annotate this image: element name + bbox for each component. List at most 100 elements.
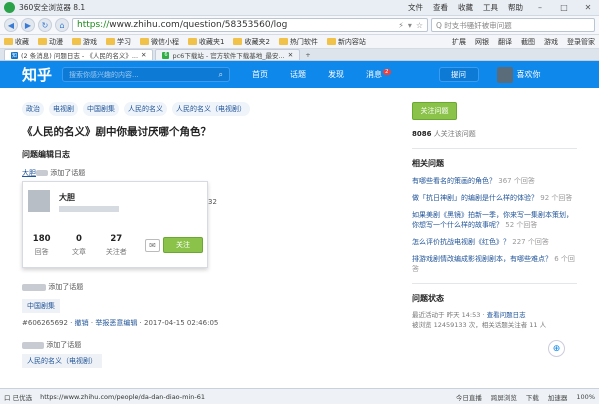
lightning-icon[interactable]: ⚡: [398, 21, 404, 30]
accelerator-button[interactable]: 加速器: [548, 392, 568, 402]
browser-title: 360安全浏览器 8.1: [19, 3, 86, 12]
log-entry: 大胆 添加了话题: [22, 169, 86, 177]
folder-icon: [188, 38, 197, 45]
address-bar[interactable]: https://www.zhihu.com/question/58353560/…: [72, 18, 428, 32]
related-question[interactable]: 怎么评价抗战电视剧《红色》？ 227 个回答: [412, 237, 577, 247]
live-button[interactable]: 今日直播: [456, 392, 482, 402]
popup-stat-articles[interactable]: 0 文章: [60, 234, 97, 257]
translate-button[interactable]: 翻译: [498, 37, 512, 47]
status-actions: 今日直播 跨屏浏览 下载 加速器 100%: [456, 392, 595, 402]
topic-tag[interactable]: 中国剧集: [83, 102, 119, 116]
nav-topics[interactable]: 话题: [290, 69, 306, 80]
bookmark-item[interactable]: 新内容站: [326, 37, 366, 47]
download-button[interactable]: 下载: [526, 392, 539, 402]
folder-icon: [140, 38, 149, 45]
maximize-icon[interactable]: □: [557, 3, 571, 12]
topic-tag[interactable]: 人民的名义: [124, 102, 167, 116]
folder-icon: [38, 38, 47, 45]
login-manager-button[interactable]: 登录管家: [567, 37, 595, 47]
netbank-button[interactable]: 网银: [475, 37, 489, 47]
ask-question-button[interactable]: 提问: [438, 67, 479, 82]
folder-icon: [4, 38, 13, 45]
close-tab-icon[interactable]: ✕: [141, 51, 146, 59]
follow-question-button[interactable]: 关注问题: [412, 102, 457, 120]
cross-screen-button[interactable]: 跨屏浏览: [491, 392, 517, 402]
popup-follow-button[interactable]: 关注: [163, 237, 203, 253]
browser-search-input[interactable]: Q 时支书骚奸被审问题: [431, 18, 595, 32]
related-question[interactable]: 如果美剧《黑镜》拍新一季，你来写一集剧本策划，你想写一个什么样的故事呢？ 52 …: [412, 210, 577, 230]
bookmark-item[interactable]: 游戏: [72, 37, 97, 47]
nav-home[interactable]: 首页: [252, 69, 268, 80]
dropdown-icon[interactable]: ▾: [408, 21, 412, 30]
tab-strip: 知 (2 条消息) 问题日志 - 《人民的名义》... ✕ 6 pc6下载站 - 官方…: [0, 49, 599, 61]
sidebar: 关注问题 8086 人关注该问题 相关问题 有哪些看名的策画的角色？ 367 个…: [412, 88, 577, 330]
menu-tools[interactable]: 工具: [483, 2, 498, 13]
bookmark-item[interactable]: 学习: [106, 37, 131, 47]
zhihu-logo[interactable]: 知乎: [22, 64, 52, 85]
menu-view[interactable]: 查看: [433, 2, 448, 13]
tab-zhihu[interactable]: 知 (2 条消息) 问题日志 - 《人民的名义》... ✕: [4, 49, 154, 60]
folder-icon: [233, 38, 243, 45]
star-icon[interactable]: ☆: [416, 21, 423, 30]
back-icon[interactable]: ◀: [4, 18, 18, 32]
forward-icon[interactable]: ▶: [21, 18, 35, 32]
bookmarks-bar: 收藏 动漫 游戏 学习 微信小程 收藏夹1 收藏夹2 热门软件 新内容站 扩展 …: [0, 35, 599, 49]
zoom-level[interactable]: 100%: [576, 393, 595, 401]
search-icon[interactable]: ⌕: [219, 70, 223, 80]
question-title[interactable]: 《人民的名义》剧中你最讨厌哪个角色？: [22, 124, 392, 139]
menu-file[interactable]: 文件: [408, 2, 423, 13]
sidebar-divider: [412, 148, 577, 149]
topic-tag[interactable]: 电视剧: [49, 102, 78, 116]
popup-avatar[interactable]: [28, 190, 50, 212]
refresh-icon[interactable]: ↻: [38, 18, 52, 32]
new-tab-icon[interactable]: +: [305, 51, 310, 59]
bookmark-item[interactable]: 热门软件: [278, 37, 318, 47]
pc6-tab-icon: 6: [162, 51, 170, 59]
user-name[interactable]: 喜欢你: [517, 69, 541, 80]
topic-tag[interactable]: 人民的名义（电视剧）: [172, 102, 250, 116]
question-main: 政治 电视剧 中国剧集 人民的名义 人民的名义（电视剧） 《人民的名义》剧中你最…: [22, 88, 392, 368]
close-window-icon[interactable]: ✕: [581, 3, 595, 12]
topic-tag[interactable]: 政治: [22, 102, 44, 116]
log-time: 2017-04-15 02:46:05: [144, 319, 219, 327]
home-icon[interactable]: ⌂: [55, 18, 69, 32]
bookmark-item[interactable]: 微信小程: [140, 37, 179, 47]
bookmark-item[interactable]: 动漫: [38, 37, 63, 47]
report-link[interactable]: 举报恶意编辑: [95, 319, 137, 327]
sidebar-divider: [412, 283, 577, 284]
zhihu-search-input[interactable]: 搜索你感兴趣的内容... ⌕: [62, 67, 231, 82]
tab-pc6[interactable]: 6 pc6下载站 - 官方软件下载基地_最安... ✕: [155, 49, 301, 60]
redacted-name: [36, 170, 48, 176]
added-topic-tag[interactable]: 中国剧集: [22, 299, 60, 313]
nav-messages[interactable]: 消息 2: [366, 69, 391, 80]
related-question[interactable]: 排游戏剧情改编成影视剧剧本，有哪些难点？ 6 个回答: [412, 254, 577, 274]
close-tab-icon[interactable]: ✕: [288, 51, 293, 59]
bookmark-item[interactable]: 收藏夹1: [188, 37, 224, 47]
status-url: https://www.zhihu.com/people/da-dan-diao…: [40, 392, 205, 401]
view-log-link[interactable]: 查看问题日志: [487, 311, 526, 319]
menu-favorites[interactable]: 收藏: [458, 2, 473, 13]
log-user-link[interactable]: 大胆: [22, 169, 36, 177]
popup-stat-answers[interactable]: 180 回答: [23, 234, 60, 257]
popup-stat-followers[interactable]: 27 关注者: [98, 234, 135, 257]
menu-help[interactable]: 帮助: [508, 2, 523, 13]
nav-explore[interactable]: 发现: [328, 69, 344, 80]
feedback-icon[interactable]: ⊕: [548, 340, 565, 357]
popup-user-name[interactable]: 大胆: [59, 192, 75, 203]
message-badge: 2: [383, 69, 391, 75]
address-actions: ⚡ ▾ ☆: [398, 21, 423, 30]
screenshot-button[interactable]: 截图: [521, 37, 535, 47]
related-question[interactable]: 有哪些看名的策画的角色？ 367 个回答: [412, 176, 577, 186]
added-topic-tag[interactable]: 人民的名义（电视剧）: [22, 354, 102, 368]
undo-link[interactable]: 撤销: [75, 319, 89, 327]
bookmark-item[interactable]: 收藏夹2: [233, 37, 270, 47]
extension-button[interactable]: 扩展: [452, 37, 466, 47]
user-avatar[interactable]: [496, 66, 513, 83]
related-question[interactable]: 做「抗日神剧」的编剧是什么样的体验？ 92 个回答: [412, 193, 577, 203]
games-button[interactable]: 游戏: [544, 37, 558, 47]
toolbar-extensions: 扩展 网银 翻译 截图 游戏 登录管家: [452, 37, 595, 47]
bookmark-item[interactable]: 收藏: [4, 37, 29, 47]
minimize-icon[interactable]: –: [533, 3, 547, 12]
message-icon[interactable]: ✉: [145, 239, 160, 252]
status-optimize[interactable]: 口 已优选: [4, 392, 32, 402]
